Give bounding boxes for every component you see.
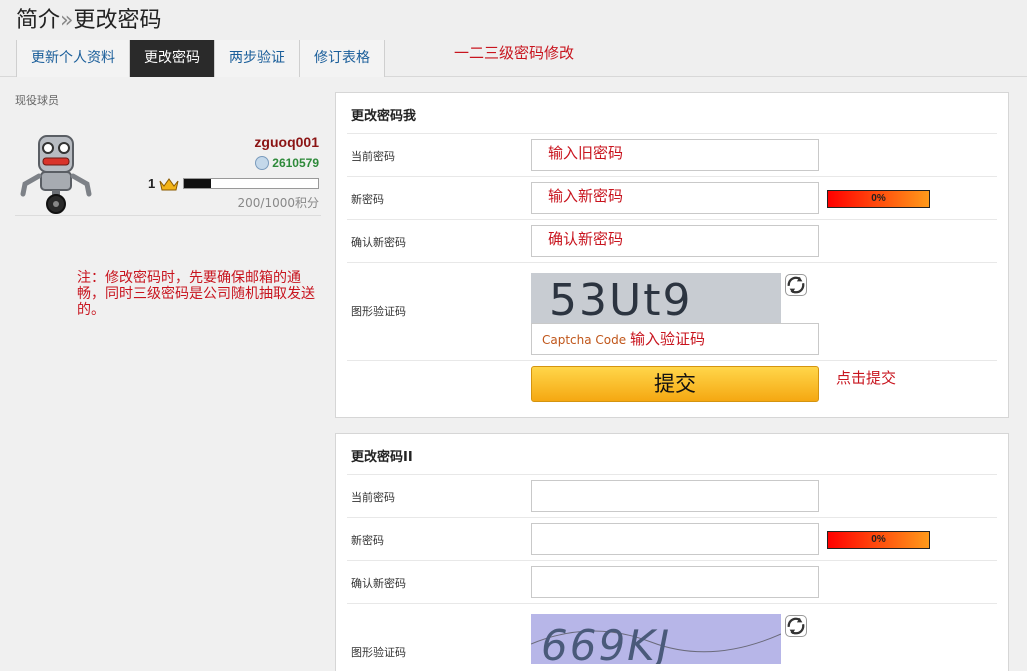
captcha-image: 53Ut9 (531, 273, 781, 323)
panel-title: 更改密码我 (351, 109, 417, 124)
captcha-row: 图形验证码 53Ut9 Captcha Code 输入验证码 (347, 262, 997, 360)
annotation-click-submit: 点击提交 (836, 369, 897, 387)
tab-change-password[interactable]: 更改密码 (130, 40, 215, 77)
user-role: 现役球员 (15, 94, 59, 107)
points: 2610579 (255, 156, 319, 170)
new-password-label: 新密码 (351, 534, 384, 547)
captcha-label: 图形验证码 (351, 305, 406, 318)
points-value: 2610579 (272, 156, 319, 170)
current-password-row: 当前密码 (347, 474, 997, 517)
level-progress-bar (183, 178, 320, 189)
new-password-input[interactable] (531, 523, 819, 555)
new-password-row: 新密码 0% (347, 517, 997, 560)
confirm-password-input[interactable] (531, 566, 819, 598)
new-password-input[interactable]: 输入新密码 (531, 182, 819, 214)
current-password-label: 当前密码 (351, 150, 395, 163)
refresh-captcha-icon[interactable] (785, 274, 807, 296)
panel-title: 更改密码II (351, 450, 413, 465)
annotation-email-note: 注：修改密码时，先要确保邮箱的通畅，同时三级密码是公司随机抽取发送的。 (77, 270, 315, 318)
title-separator: » (60, 8, 74, 33)
tab-two-step-verification[interactable]: 两步验证 (215, 40, 300, 77)
captcha-label: 图形验证码 (351, 646, 406, 659)
username[interactable]: zguoq001 (254, 134, 319, 150)
annotation-password-levels: 一二三级密码修改 (454, 44, 575, 62)
captcha-row: 图形验证码 669KJ (347, 603, 997, 671)
page-header: 简介»更改密码 更新个人资料 更改密码 两步验证 修订表格 一二三级密码修改 (0, 0, 1027, 77)
page-title: 简介»更改密码 (16, 2, 162, 34)
confirm-password-label: 确认新密码 (351, 577, 406, 590)
change-password-panel-1: 更改密码我 当前密码 输入旧密码 新密码 输入新密码 0% 确认新密码 确认新密… (335, 92, 1009, 418)
coin-icon (255, 156, 270, 170)
title-root[interactable]: 简介 (16, 8, 60, 33)
tab-revise-form[interactable]: 修订表格 (300, 40, 385, 77)
level-progress-fill (184, 179, 212, 188)
password-strength-meter: 0% (827, 531, 930, 549)
profile-card: zguoq001 2610579 1 200/1000积分 (15, 108, 321, 216)
current-password-input[interactable] (531, 480, 819, 512)
captcha-image: 669KJ (531, 614, 781, 664)
password-strength-meter: 0% (827, 190, 930, 208)
profile-sidebar: 现役球员 zguoq001 2610579 1 200/1000积分 (15, 92, 321, 216)
new-password-row: 新密码 输入新密码 0% (347, 176, 997, 219)
submit-row-divider (347, 360, 997, 361)
tab-update-profile[interactable]: 更新个人资料 (17, 40, 130, 77)
robot-avatar[interactable] (17, 134, 95, 214)
captcha-placeholder: Captcha Code (542, 333, 627, 347)
level-number: 1 (148, 176, 156, 191)
confirm-password-input[interactable]: 确认新密码 (531, 225, 819, 257)
crown-icon (159, 177, 179, 190)
refresh-captcha-icon[interactable] (785, 615, 807, 637)
level-row: 1 (148, 176, 320, 191)
confirm-password-row: 确认新密码 (347, 560, 997, 603)
score-text: 200/1000积分 (237, 196, 320, 210)
captcha-text: 53Ut9 (549, 275, 692, 323)
current-password-input[interactable]: 输入旧密码 (531, 139, 819, 171)
captcha-input[interactable]: Captcha Code 输入验证码 (531, 323, 819, 355)
new-password-label: 新密码 (351, 193, 384, 206)
current-password-label: 当前密码 (351, 491, 395, 504)
confirm-password-row: 确认新密码 确认新密码 (347, 219, 997, 262)
captcha-text: 669KJ (541, 621, 671, 664)
title-current: 更改密码 (73, 8, 162, 33)
confirm-password-label: 确认新密码 (351, 236, 406, 249)
submit-button[interactable]: 提交 (531, 366, 819, 402)
captcha-hint: 输入验证码 (629, 330, 705, 348)
tab-bar: 更新个人资料 更改密码 两步验证 修订表格 (16, 40, 385, 77)
change-password-panel-2: 更改密码II 当前密码 新密码 0% 确认新密码 图形验证码 669KJ (335, 433, 1009, 671)
current-password-row: 当前密码 输入旧密码 (347, 133, 997, 176)
